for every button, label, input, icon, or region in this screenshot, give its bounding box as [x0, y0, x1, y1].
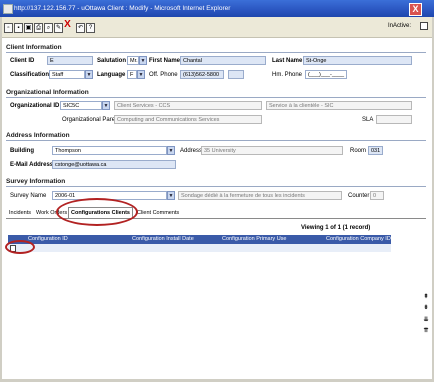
record-count: Viewing 1 of 1 (1 record): [301, 225, 371, 231]
org-parent-field: Computing and Communications Services: [114, 115, 262, 124]
first-name-field[interactable]: Chantal: [180, 56, 266, 65]
email-field[interactable]: cstonge@uottawa.ca: [52, 160, 176, 169]
grid-header: Configuration ID Configuration Install D…: [8, 235, 391, 244]
window-title-bar: http://137.122.156.77 - uOttawa Client :…: [0, 0, 434, 17]
column-primary-use[interactable]: Configuration Primary Use: [222, 235, 287, 244]
address-label: Address: [180, 148, 203, 154]
first-name-label: First Name: [149, 58, 181, 64]
window-title: http://137.122.156.77 - uOttawa Client :…: [14, 5, 231, 12]
org-name-en-field: Client Services - CCS: [114, 101, 262, 110]
language-select[interactable]: F: [127, 70, 137, 79]
off-phone-label: Off. Phone: [149, 72, 178, 78]
org-name-fr-field: Service à la clientèle - SIC: [266, 101, 412, 110]
hm-phone-field[interactable]: (___)___-____: [305, 70, 347, 79]
off-phone-field[interactable]: (613)562-5800: [180, 70, 224, 79]
org-info-header: Organizational Information: [6, 89, 89, 96]
survey-info-header: Survey Information: [6, 178, 66, 185]
counter-label: Counter: [348, 193, 370, 199]
sla-field: [376, 115, 412, 124]
divider: [6, 140, 426, 141]
browser-window-icon: [3, 4, 13, 14]
page-up-icon[interactable]: ⇞: [422, 294, 430, 301]
org-id-label: Organizational ID: [10, 103, 60, 109]
org-id-dropdown-icon[interactable]: ▼: [102, 101, 110, 110]
classification-label: Classification: [10, 72, 50, 78]
tab-client-comments[interactable]: Client Comments: [137, 208, 179, 218]
first-page-icon[interactable]: ⇈: [422, 328, 430, 335]
last-name-field[interactable]: St-Onge: [303, 56, 412, 65]
table-row[interactable]: [8, 244, 391, 252]
building-select[interactable]: Thompson: [52, 146, 167, 155]
address-field: 35 University: [201, 146, 343, 155]
inactive-label: InActive:: [388, 23, 412, 29]
salutation-select[interactable]: Mr.: [127, 56, 139, 65]
window-frame-left: [0, 17, 2, 379]
divider: [6, 97, 426, 98]
client-id-label: Client ID: [10, 58, 35, 64]
salutation-label: Salutation: [97, 58, 127, 64]
survey-name-label: Survey Name: [10, 193, 47, 199]
building-dropdown-icon[interactable]: ▼: [167, 146, 175, 155]
language-label: Language: [97, 72, 126, 78]
salutation-lookup-icon[interactable]: ▼: [139, 56, 147, 65]
language-lookup-icon[interactable]: ▼: [137, 70, 145, 79]
page-down-icon[interactable]: ⇟: [422, 305, 430, 312]
divider: [6, 186, 426, 187]
delete-icon[interactable]: X: [64, 20, 71, 30]
survey-description-field: Sondage dédié à la fermeture de tous les…: [178, 191, 342, 200]
divider: [6, 52, 426, 53]
close-window-icon[interactable]: ▫: [4, 23, 13, 33]
save-close-icon[interactable]: ▣: [24, 23, 33, 33]
org-id-select[interactable]: SIC5C: [60, 101, 102, 110]
sla-label: SLA: [362, 117, 374, 123]
save-icon[interactable]: ▪: [14, 23, 23, 33]
email-label: E-Mail Address: [10, 162, 54, 168]
client-id-field[interactable]: E: [47, 56, 93, 65]
extension-field[interactable]: [228, 70, 244, 79]
help-icon[interactable]: ?: [86, 23, 95, 33]
undo-icon[interactable]: ↶: [76, 23, 85, 33]
room-field[interactable]: 031: [368, 146, 383, 155]
form-toolbar: ▫ ▪ ▣ ⎙ ⌕ ✎ X ↶ ? InActive:: [0, 17, 434, 38]
edit-icon[interactable]: ✎: [54, 23, 63, 33]
address-info-header: Address Information: [6, 132, 70, 139]
counter-field: 0: [370, 191, 384, 200]
inactive-checkbox[interactable]: [420, 22, 428, 30]
column-install-date[interactable]: Configuration Install Date: [132, 235, 194, 244]
highlight-circle-row: [5, 240, 35, 254]
print-icon[interactable]: ⎙: [34, 23, 43, 33]
last-page-icon[interactable]: ⇊: [422, 317, 430, 324]
client-info-header: Client Information: [6, 44, 62, 51]
column-configuration-id[interactable]: Configuration ID: [28, 235, 68, 244]
hm-phone-label: Hm. Phone: [272, 72, 303, 78]
highlight-circle-tab: [56, 198, 138, 226]
window-close-button[interactable]: X: [409, 3, 422, 16]
column-company-id[interactable]: Configuration Company ID: [326, 235, 391, 244]
classification-select[interactable]: Staff: [49, 70, 85, 79]
room-label: Room: [350, 148, 367, 154]
tab-incidents[interactable]: Incidents: [9, 208, 31, 218]
classification-dropdown-icon[interactable]: ▼: [85, 70, 93, 79]
search-icon[interactable]: ⌕: [44, 23, 53, 33]
survey-dropdown-icon[interactable]: ▼: [167, 191, 175, 200]
building-label: Building: [10, 148, 34, 154]
org-parent-label: Organizational Parent: [62, 117, 121, 123]
last-name-label: Last Name: [272, 58, 303, 64]
